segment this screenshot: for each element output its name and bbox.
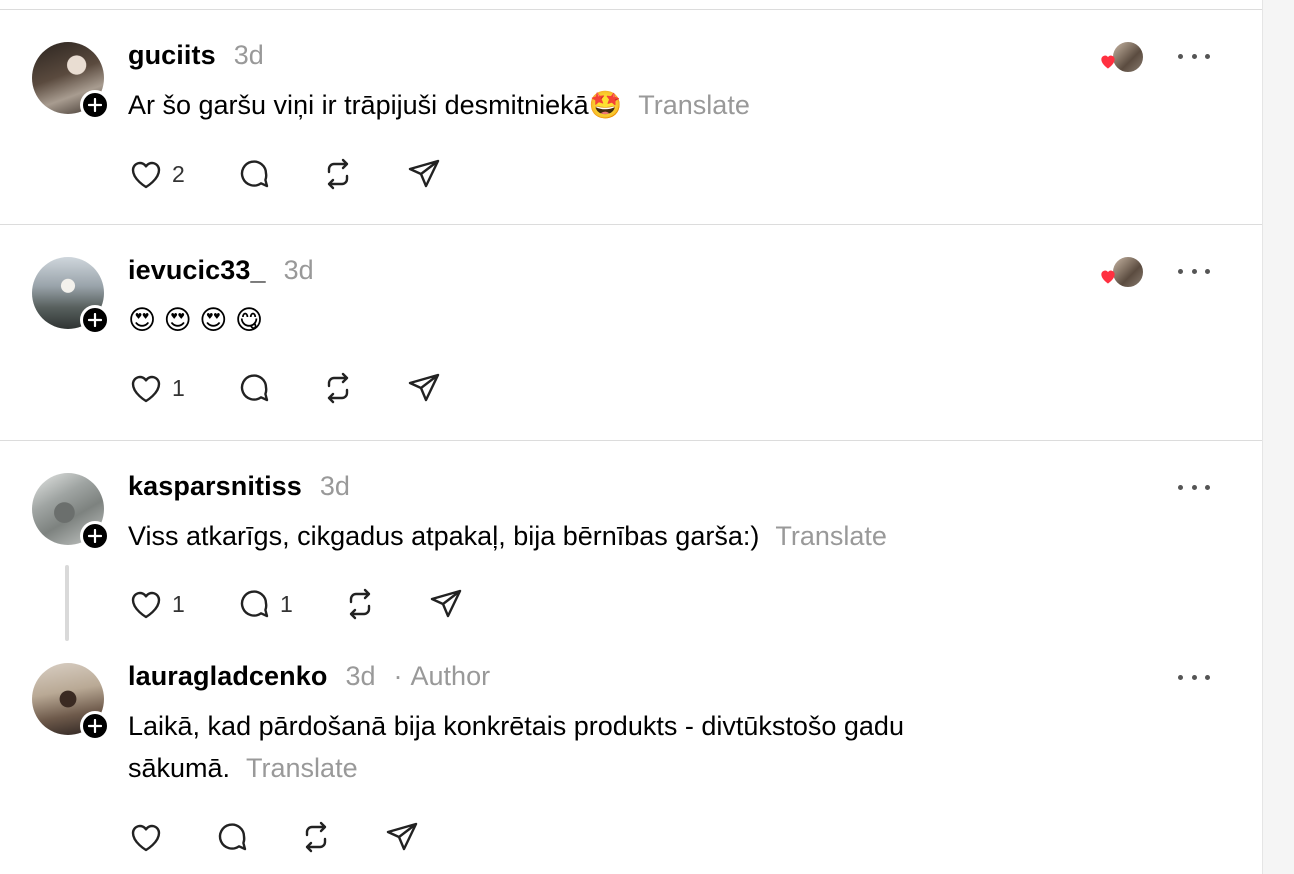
paper-plane-icon <box>408 373 440 402</box>
heart-outline-icon <box>131 591 161 619</box>
heart-filled-icon <box>1101 270 1115 284</box>
timestamp[interactable]: 3d <box>234 40 264 71</box>
separator-dot: · <box>393 661 403 691</box>
post-text: Viss atkarīgs, cikgadus atpakaļ, bija bē… <box>128 515 1008 557</box>
repost-button[interactable] <box>342 584 378 624</box>
avatar[interactable] <box>32 257 110 335</box>
avatar[interactable] <box>32 473 110 551</box>
like-button[interactable]: 2 <box>128 154 185 194</box>
more-options-button[interactable] <box>1178 477 1210 497</box>
more-options-button[interactable] <box>1178 261 1210 281</box>
paper-plane-icon <box>430 589 462 618</box>
repost-arrows-icon <box>327 372 349 404</box>
divider <box>0 224 1262 225</box>
heart-outline-icon <box>131 161 161 189</box>
share-button[interactable] <box>406 154 442 194</box>
like-button[interactable]: 1 <box>128 584 185 624</box>
reply-count: 1 <box>280 590 293 617</box>
translate-link[interactable]: Translate <box>246 753 358 783</box>
replies-feed: guciits 3d Ar šo garšu viņi ir trāpijuši… <box>0 0 1262 874</box>
like-button[interactable] <box>128 817 164 857</box>
speech-bubble-icon <box>218 823 247 851</box>
share-button[interactable] <box>384 817 420 857</box>
avatar[interactable] <box>32 42 110 120</box>
like-button[interactable]: 1 <box>128 368 185 408</box>
timestamp[interactable]: 3d <box>320 471 350 502</box>
divider <box>0 9 1262 10</box>
divider <box>0 440 1262 441</box>
follow-plus-icon[interactable] <box>80 305 110 335</box>
liked-by-author-badge <box>1098 256 1144 290</box>
post-header: ievucic33_ 3d <box>128 255 314 289</box>
post-text-content: 😍 😍 😍 😋 <box>128 305 264 335</box>
timestamp[interactable]: 3d <box>284 255 314 286</box>
reply-button[interactable] <box>236 368 272 408</box>
post-text-line: sākumā. <box>128 753 231 783</box>
follow-plus-icon[interactable] <box>80 711 110 741</box>
post-text: Laikā, kad pārdošanā bija konkrētais pro… <box>128 705 1008 789</box>
timestamp[interactable]: 3d <box>345 661 375 692</box>
reply-button[interactable] <box>236 154 272 194</box>
like-count: 1 <box>172 590 185 617</box>
repost-arrows-icon <box>349 588 371 620</box>
repost-button[interactable] <box>320 154 356 194</box>
reply-button[interactable]: 1 <box>236 584 293 624</box>
username[interactable]: ievucic33_ <box>128 255 266 286</box>
liked-by-author-badge <box>1098 41 1144 75</box>
post-text-line: Laikā, kad pārdošanā bija konkrētais pro… <box>128 711 904 741</box>
follow-plus-icon[interactable] <box>80 90 110 120</box>
post-text-content: Ar šo garšu viņi ir trāpijuši desmitniek… <box>128 90 623 120</box>
speech-bubble-icon <box>240 160 269 188</box>
username[interactable]: kasparsnitiss <box>128 471 302 502</box>
translate-link[interactable]: Translate <box>775 521 887 551</box>
speech-bubble-icon <box>240 374 269 402</box>
username[interactable]: lauragladcenko <box>128 661 327 692</box>
heart-outline-icon <box>131 824 161 852</box>
repost-button[interactable] <box>320 368 356 408</box>
post-header: lauragladcenko 3d · Author <box>128 661 490 695</box>
paper-plane-icon <box>386 822 418 851</box>
scrollbar-track[interactable] <box>1262 0 1294 874</box>
heart-filled-icon <box>1101 55 1115 69</box>
follow-plus-icon[interactable] <box>80 521 110 551</box>
paper-plane-icon <box>408 159 440 188</box>
thread-connector-line <box>65 565 69 641</box>
username[interactable]: guciits <box>128 40 216 71</box>
avatar[interactable] <box>32 663 110 741</box>
post-text: 😍 😍 😍 😋 <box>128 299 1008 341</box>
like-count: 2 <box>172 160 185 187</box>
share-button[interactable] <box>428 584 464 624</box>
translate-link[interactable]: Translate <box>638 90 750 120</box>
post-header: guciits 3d <box>128 40 264 74</box>
heart-outline-icon <box>131 375 161 403</box>
post-text-content: Viss atkarīgs, cikgadus atpakaļ, bija bē… <box>128 521 760 551</box>
share-button[interactable] <box>406 368 442 408</box>
repost-arrows-icon <box>327 158 349 190</box>
reply-button[interactable] <box>214 817 250 857</box>
more-options-button[interactable] <box>1178 667 1210 687</box>
repost-button[interactable] <box>298 817 334 857</box>
speech-bubble-icon <box>240 590 269 618</box>
more-options-button[interactable] <box>1178 46 1210 66</box>
repost-arrows-icon <box>305 821 327 853</box>
author-label: Author <box>410 661 491 691</box>
post-header: kasparsnitiss 3d <box>128 471 350 505</box>
post-text: Ar šo garšu viņi ir trāpijuši desmitniek… <box>128 84 1008 126</box>
like-count: 1 <box>172 374 185 401</box>
